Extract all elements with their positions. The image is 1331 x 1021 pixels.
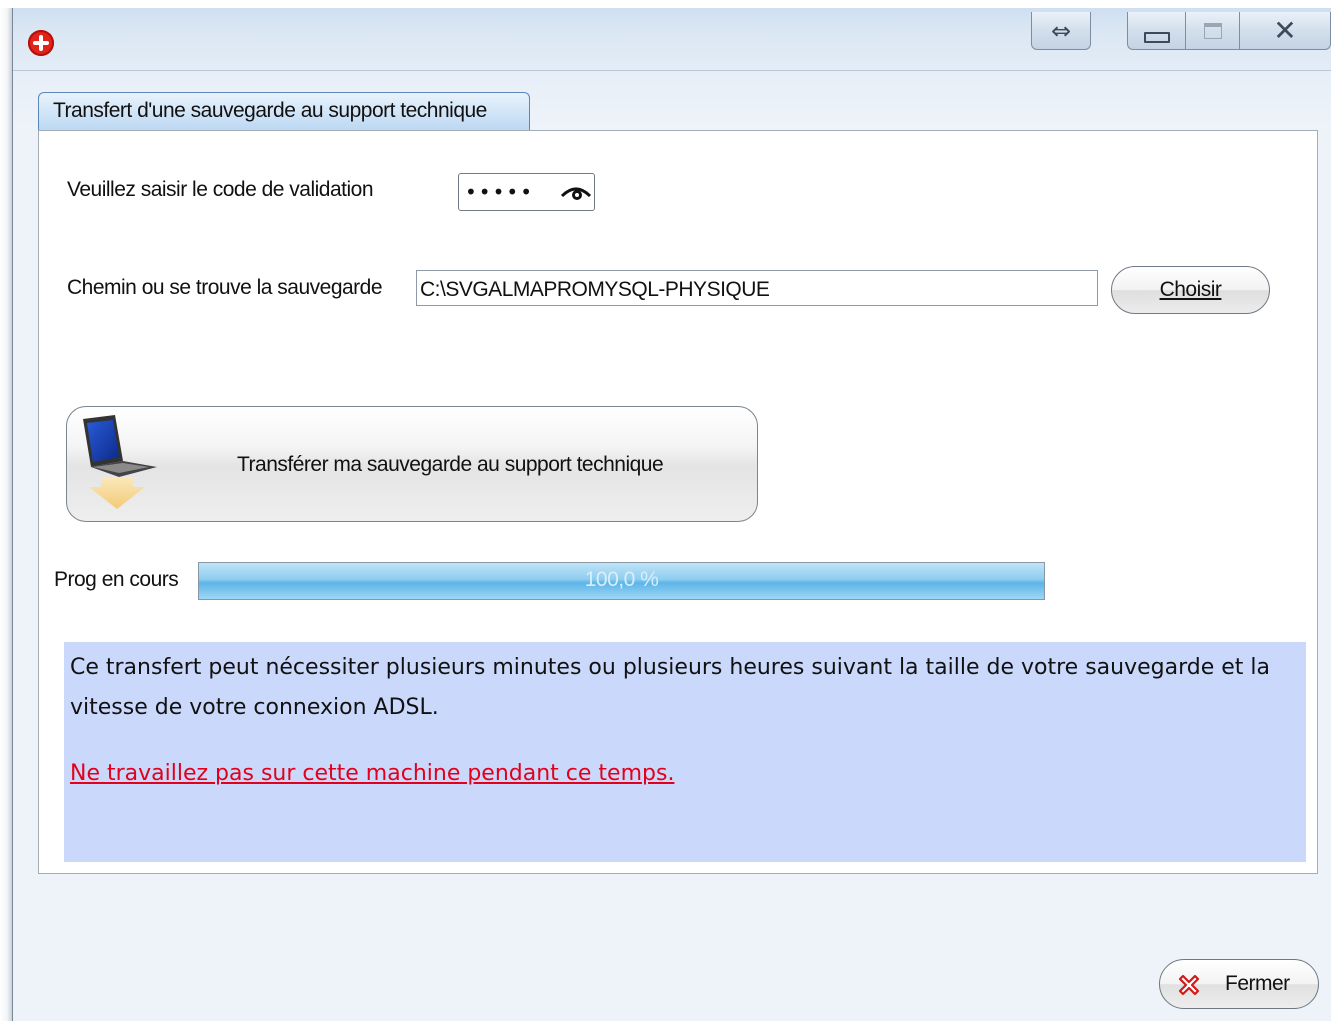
validation-label: Veuillez saisir le code de validation [67, 178, 374, 201]
close-button[interactable]: Fermer [1159, 959, 1319, 1009]
desktop-top [0, 0, 1331, 8]
choose-button[interactable]: Choisir [1111, 266, 1270, 314]
validation-code-field[interactable]: ••••• [458, 173, 595, 211]
laptop-upload-icon [83, 415, 157, 509]
info-message-box: Ce transfert peut nécessiter plusieurs m… [64, 642, 1306, 862]
progress-value: 100,0 % [584, 568, 659, 591]
resize-button[interactable]: ⇔ [1031, 12, 1091, 50]
tab-transfer[interactable]: Transfert d'une sauvegarde au support te… [38, 92, 530, 130]
transfer-backup-button[interactable]: Transférer ma sauvegarde au support tech… [66, 406, 758, 522]
minimize-button[interactable] [1127, 12, 1185, 50]
close-x-icon: ✕ [1273, 14, 1297, 47]
minimize-icon [1143, 32, 1170, 43]
red-x-icon [1178, 974, 1200, 996]
desktop-edge [0, 0, 12, 1021]
eye-icon[interactable] [561, 184, 591, 202]
maximize-button[interactable] [1185, 12, 1239, 50]
app-icon [28, 30, 54, 56]
info-message: Ce transfert peut nécessiter plusieurs m… [70, 655, 1270, 720]
progress-bar: 100,0 % [198, 562, 1045, 600]
masked-code: ••••• [465, 180, 534, 204]
warning-message: Ne travaillez pas sur cette machine pend… [70, 761, 675, 786]
maximize-icon [1203, 22, 1222, 39]
backup-path-input[interactable] [416, 270, 1098, 306]
double-arrow-icon: ⇔ [1050, 16, 1072, 45]
choose-button-label: Choisir [1159, 278, 1222, 301]
close-button-label: Fermer [1225, 972, 1290, 995]
transfer-button-label: Transférer ma sauvegarde au support tech… [237, 453, 664, 476]
close-window-button[interactable]: ✕ [1239, 12, 1331, 50]
progress-label: Prog en cours [54, 568, 179, 591]
path-label: Chemin ou se trouve la sauvegarde [67, 276, 383, 299]
